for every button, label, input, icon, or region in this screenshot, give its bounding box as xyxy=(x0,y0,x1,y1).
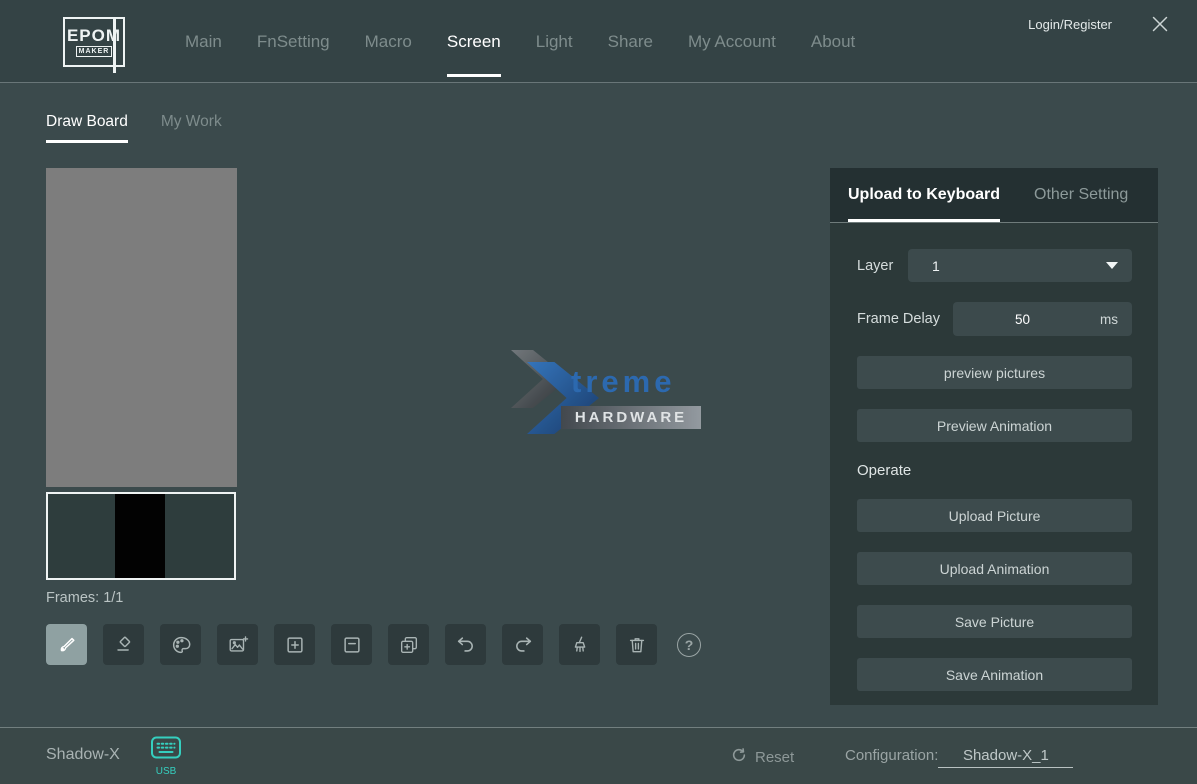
tab-other-setting[interactable]: Other Setting xyxy=(1034,168,1128,222)
redo-button[interactable] xyxy=(502,624,543,665)
reset-label: Reset xyxy=(755,749,794,766)
brush-icon xyxy=(56,634,78,656)
frame-delay-input[interactable] xyxy=(953,311,1092,328)
draw-canvas[interactable] xyxy=(46,168,237,487)
eraser-icon xyxy=(113,634,135,656)
keyboard-usb-icon xyxy=(150,748,182,765)
main-nav: Main FnSetting Macro Screen Light Share … xyxy=(185,0,855,83)
redo-arrow-icon xyxy=(512,634,534,656)
draw-toolbar: ? xyxy=(46,624,701,665)
logo-text-bottom: MAKER xyxy=(76,46,113,57)
usb-device-indicator[interactable]: USB xyxy=(148,735,184,777)
epomaker-app-window: EPOM MAKER Main FnSetting Macro Screen L… xyxy=(0,0,1197,784)
layer-select[interactable]: 1 xyxy=(908,249,1132,282)
tab-upload-to-keyboard[interactable]: Upload to Keyboard xyxy=(848,168,1000,222)
configuration-field: Configuration: Shadow-X_1 xyxy=(845,747,1073,768)
import-image-button[interactable] xyxy=(217,624,258,665)
broom-icon xyxy=(569,634,591,656)
undo-button[interactable] xyxy=(445,624,486,665)
preview-black-bar xyxy=(115,494,165,578)
tab-draw-board[interactable]: Draw Board xyxy=(46,113,128,143)
remove-frame-button[interactable] xyxy=(331,624,372,665)
square-minus-icon xyxy=(341,634,363,656)
tab-my-work[interactable]: My Work xyxy=(161,113,222,143)
login-register-link[interactable]: Login/Register xyxy=(1028,17,1112,32)
preview-animation-button[interactable]: Preview Animation xyxy=(857,409,1132,442)
delete-button[interactable] xyxy=(616,624,657,665)
frame-delay-box: ms xyxy=(953,302,1132,336)
logo-text-top: EPOM xyxy=(67,27,121,44)
panel-tabs: Upload to Keyboard Other Setting xyxy=(830,168,1158,223)
duplicate-frame-button[interactable] xyxy=(388,624,429,665)
frame-delay-row: Frame Delay ms xyxy=(857,302,1132,336)
reset-refresh-icon xyxy=(731,747,747,767)
upload-picture-button[interactable]: Upload Picture xyxy=(857,499,1132,532)
usb-label: USB xyxy=(148,766,184,777)
nav-item-fnsetting[interactable]: FnSetting xyxy=(257,0,330,83)
operate-section-label: Operate xyxy=(857,462,1132,479)
nav-item-light[interactable]: Light xyxy=(536,0,573,83)
xtreme-hardware-watermark: treme HARDWARE xyxy=(505,350,705,436)
watermark-subtitle: HARDWARE xyxy=(561,406,701,429)
screen-subtabs: Draw Board My Work xyxy=(46,113,222,143)
palette-icon xyxy=(170,634,192,656)
layer-row: Layer 1 xyxy=(857,249,1132,282)
upload-panel: Upload to Keyboard Other Setting Layer 1… xyxy=(830,168,1158,705)
panel-body: Layer 1 Frame Delay ms preview pictures … xyxy=(830,223,1158,691)
nav-item-macro[interactable]: Macro xyxy=(365,0,412,83)
frame-delay-unit: ms xyxy=(1100,312,1118,327)
help-icon[interactable]: ? xyxy=(677,633,701,657)
add-frame-button[interactable] xyxy=(274,624,315,665)
nav-item-about[interactable]: About xyxy=(811,0,855,83)
clean-board-button[interactable] xyxy=(559,624,600,665)
save-picture-button[interactable]: Save Picture xyxy=(857,605,1132,638)
nav-item-screen[interactable]: Screen xyxy=(447,0,501,83)
nav-item-main[interactable]: Main xyxy=(185,0,222,83)
nav-item-share[interactable]: Share xyxy=(608,0,653,83)
eraser-tool-button[interactable] xyxy=(103,624,144,665)
trash-icon xyxy=(626,634,648,656)
device-name: Shadow-X xyxy=(46,746,120,764)
chevron-down-icon xyxy=(1106,262,1118,269)
frame-preview-thumbnail[interactable] xyxy=(46,492,236,580)
frames-counter: Frames: 1/1 xyxy=(46,590,123,606)
reset-button[interactable]: Reset xyxy=(731,747,794,767)
configuration-value[interactable]: Shadow-X_1 xyxy=(938,747,1073,768)
watermark-title: treme xyxy=(571,364,675,400)
palette-tool-button[interactable] xyxy=(160,624,201,665)
status-bar: Shadow-X USB Reset Configuration: Shadow… xyxy=(0,727,1197,784)
brush-tool-button[interactable] xyxy=(46,624,87,665)
upload-animation-button[interactable]: Upload Animation xyxy=(857,552,1132,585)
nav-item-my-account[interactable]: My Account xyxy=(688,0,776,83)
layer-label: Layer xyxy=(857,258,908,274)
close-icon[interactable] xyxy=(1149,13,1171,35)
save-animation-button[interactable]: Save Animation xyxy=(857,658,1132,691)
square-plus-icon xyxy=(284,634,306,656)
frame-delay-label: Frame Delay xyxy=(857,311,953,327)
help-glyph: ? xyxy=(685,637,694,653)
header-bar: EPOM MAKER Main FnSetting Macro Screen L… xyxy=(0,0,1197,83)
epomaker-logo: EPOM MAKER xyxy=(63,17,125,67)
configuration-label: Configuration: xyxy=(845,747,938,764)
layer-selected-value: 1 xyxy=(932,258,1106,274)
undo-arrow-icon xyxy=(455,634,477,656)
image-plus-icon xyxy=(227,634,249,656)
copy-plus-icon xyxy=(398,634,420,656)
preview-pictures-button[interactable]: preview pictures xyxy=(857,356,1132,389)
